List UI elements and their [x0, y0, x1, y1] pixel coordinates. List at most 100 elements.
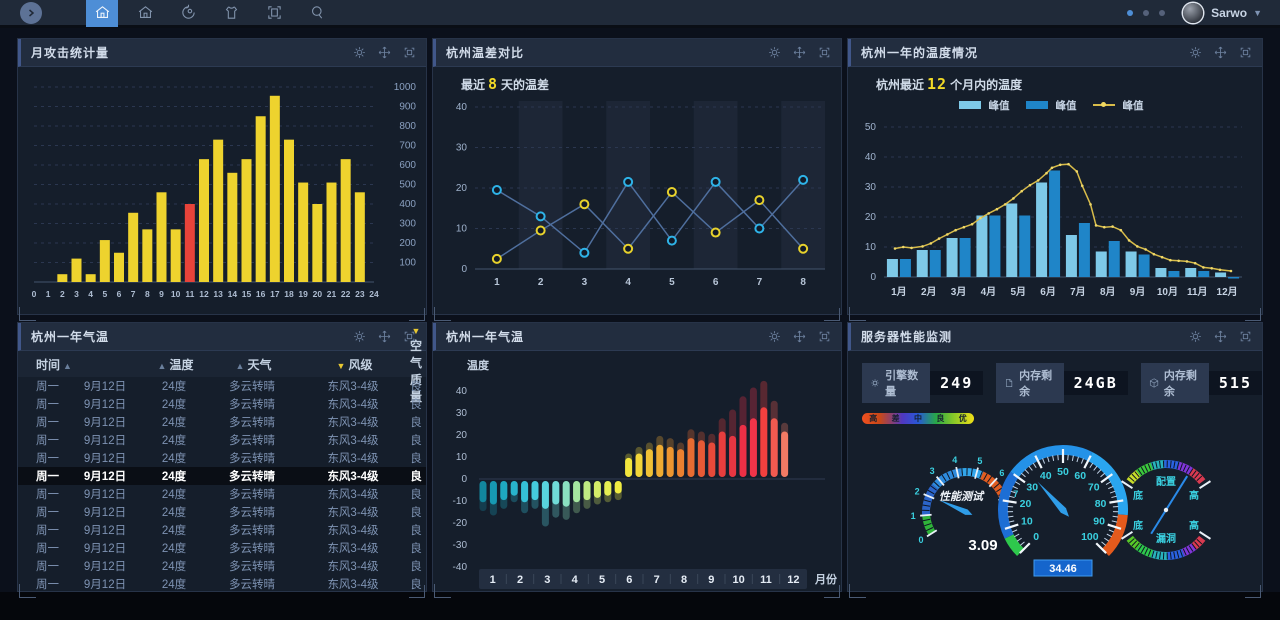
- svg-text:6: 6: [626, 574, 632, 586]
- collapse-button[interactable]: [20, 1, 42, 24]
- avatar[interactable]: [1183, 2, 1204, 23]
- nav-icons: [86, 0, 344, 27]
- table-row[interactable]: 周一 9月12日 24度 多云转晴 东风3-4级 良: [18, 503, 426, 521]
- pager-dot[interactable]: [1143, 9, 1150, 16]
- column-header-weather[interactable]: ▲ 天气: [204, 356, 300, 373]
- fullscreen-icon[interactable]: [818, 330, 831, 343]
- table-row[interactable]: 周一 9月12日 24度 多云转晴 东风3-4级 良: [18, 575, 426, 593]
- table-cell: 9月12日: [83, 525, 127, 537]
- svg-text:30: 30: [1026, 482, 1038, 494]
- sort-arrow-icon[interactable]: ▲: [158, 361, 167, 371]
- table-cell: 多云转晴: [229, 579, 275, 591]
- column-header-wind[interactable]: ▼ 风级: [300, 356, 406, 373]
- svg-text:5月: 5月: [1010, 286, 1026, 298]
- svg-text:30: 30: [865, 182, 877, 193]
- svg-text:8: 8: [681, 574, 687, 586]
- table-row[interactable]: 周一 9月12日 24度 多云转晴 东风3-4级 良: [18, 377, 426, 395]
- move-icon[interactable]: [793, 46, 806, 59]
- pager-dot[interactable]: [1127, 9, 1134, 16]
- table-cell: 良: [410, 399, 422, 411]
- svg-text:60: 60: [1074, 470, 1086, 482]
- dashboard-screen: Sarwo ▼ 月攻击统计量 100 200 300 400 500 600 700 800 9…: [0, 0, 1280, 620]
- gear-icon[interactable]: [1189, 46, 1202, 59]
- fullscreen-icon[interactable]: [1239, 46, 1252, 59]
- table-row[interactable]: 周一 9月12日 24度 多云转晴 东风3-4级 良: [18, 413, 426, 431]
- sort-arrow-icon[interactable]: ▲: [63, 361, 72, 371]
- table-cell: 周一: [36, 453, 59, 465]
- svg-text:24: 24: [369, 289, 379, 299]
- table-cell: 东风3-4级: [327, 525, 379, 537]
- table-cell: 24度: [161, 579, 187, 591]
- move-icon[interactable]: [793, 330, 806, 343]
- column-header-temperature[interactable]: ▲ 温度: [144, 356, 204, 373]
- table-row[interactable]: 周一 9月12日 24度 多云转晴 东风3-4级 良: [18, 449, 426, 467]
- table-cell: 9月12日: [83, 489, 127, 501]
- table-cell: 多云转晴: [229, 561, 275, 573]
- table-cell: 9月12日: [83, 453, 127, 465]
- fullscreen-icon[interactable]: [403, 46, 416, 59]
- svg-text:10: 10: [865, 242, 877, 253]
- table-cell: 东风3-4级: [327, 453, 379, 465]
- year-temp-chart: 0 10 20 30 40 50 1月 2月 3月 4月 5月 6月 7月 8月 9月 10月 11月 12月: [865, 122, 1242, 298]
- svg-text:13: 13: [213, 289, 223, 299]
- svg-text:月份: 月份: [814, 572, 838, 586]
- svg-text:9: 9: [159, 289, 164, 299]
- table-row[interactable]: 周一 9月12日 24度 多云转晴 东风3-4级 良: [18, 539, 426, 557]
- temp-diff-line-chart: 0 10 20 30 40 1 2 3 4 5 6 7 8: [456, 101, 825, 288]
- svg-text:10: 10: [733, 574, 745, 586]
- nav-item-home[interactable]: [129, 0, 161, 27]
- username: Sarwo: [1211, 5, 1248, 20]
- nav-item-frame[interactable]: [258, 0, 290, 27]
- stat-value: 24GB: [1063, 371, 1128, 395]
- gear-icon[interactable]: [1189, 330, 1202, 343]
- svg-text:6: 6: [117, 289, 122, 299]
- svg-text:11: 11: [760, 574, 772, 586]
- table-cell: 24度: [161, 543, 187, 555]
- svg-text:500: 500: [399, 180, 416, 191]
- table-row[interactable]: 周一 9月12日 24度 多云转晴 东风3-4级 良: [18, 485, 426, 503]
- table-cell: 良: [410, 435, 422, 447]
- table-cell: 24度: [161, 561, 187, 573]
- table-cell: 良: [410, 453, 422, 465]
- table-row[interactable]: 周一 9月12日 24度 多云转晴 东风3-4级 良: [18, 431, 426, 449]
- gear-icon[interactable]: [768, 330, 781, 343]
- svg-text:12: 12: [199, 289, 209, 299]
- legend-swatch-light: [958, 101, 981, 109]
- fullscreen-icon[interactable]: [818, 46, 831, 59]
- nav-item-refresh[interactable]: [172, 0, 204, 27]
- nav-item-search[interactable]: [301, 0, 333, 27]
- svg-text:20: 20: [313, 289, 323, 299]
- svg-text:19: 19: [298, 289, 308, 299]
- fullscreen-icon[interactable]: [1239, 330, 1252, 343]
- table-row[interactable]: 周一 9月12日 24度 多云转晴 东风3-4级 良: [18, 557, 426, 575]
- table-row[interactable]: 周一 9月12日 24度 多云转晴 东风3-4级 良: [18, 467, 426, 485]
- svg-text:40: 40: [865, 152, 877, 163]
- nav-item-apparel[interactable]: [215, 0, 247, 27]
- table-cell: 周一: [36, 525, 59, 537]
- move-icon[interactable]: [1214, 330, 1227, 343]
- move-icon[interactable]: [378, 46, 391, 59]
- svg-text:14: 14: [228, 289, 238, 299]
- gear-icon[interactable]: [353, 330, 366, 343]
- move-icon[interactable]: [378, 330, 391, 343]
- chevron-down-icon[interactable]: ▼: [1253, 8, 1262, 18]
- table-cell: 良: [410, 471, 422, 483]
- table-row[interactable]: 周一 9月12日 24度 多云转晴 东风3-4级 良: [18, 521, 426, 539]
- sort-arrow-icon[interactable]: ▲: [236, 361, 245, 371]
- table-row[interactable]: 周一 9月12日 24度 多云转晴 东风3-4级 良: [18, 395, 426, 413]
- svg-text:50: 50: [1057, 466, 1069, 478]
- gear-icon[interactable]: [768, 46, 781, 59]
- table-cell: 周一: [36, 381, 59, 393]
- nav-item-home-active[interactable]: [86, 0, 118, 27]
- svg-text:3月: 3月: [951, 286, 967, 298]
- move-icon[interactable]: [1214, 46, 1227, 59]
- table-cell: 良: [410, 579, 422, 591]
- table-cell: 9月12日: [83, 399, 127, 411]
- pager-dot[interactable]: [1159, 9, 1166, 16]
- table-cell: 24度: [161, 507, 187, 519]
- panel-year-temp-pills: 杭州一年气温 温度 40 30 20 10 0 -10 -20 -30 -40 1 2 3 4 5 6 7 8 9 1…: [432, 322, 842, 598]
- column-header-time[interactable]: 时间 ▲: [18, 356, 144, 373]
- sort-arrow-icon[interactable]: ▼: [412, 326, 421, 336]
- gear-icon[interactable]: [353, 46, 366, 59]
- sort-arrow-icon[interactable]: ▼: [337, 361, 346, 371]
